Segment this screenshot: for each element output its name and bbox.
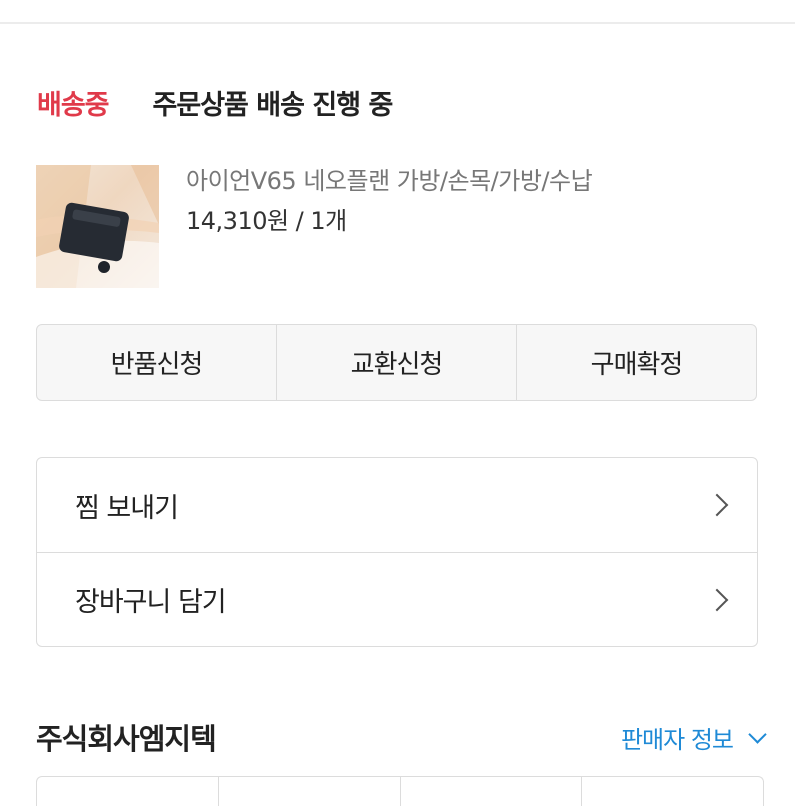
seller-name: 주식회사엠지텍 (36, 722, 217, 756)
product-thumbnail[interactable] (36, 165, 159, 288)
product-price-quantity: 14,310원 / 1개 (186, 207, 347, 235)
seller-info-toggle[interactable]: 판매자 정보 (620, 720, 767, 755)
product-name[interactable]: 아이언V65 네오플랜 가방/손목/가방/수납 (186, 163, 593, 199)
status-text: 주문상품 배송 진행 중 (152, 89, 394, 121)
return-request-button[interactable]: 반품신청 (37, 325, 276, 400)
menu-list: 찜 보내기 장바구니 담기 (36, 457, 758, 647)
table-cell (581, 777, 763, 806)
seller-row: 주식회사엠지텍 판매자 정보 (36, 712, 767, 762)
top-divider (0, 22, 795, 24)
send-wishlist-item[interactable]: 찜 보내기 (37, 458, 757, 552)
chevron-down-icon (748, 724, 767, 744)
product-info: 아이언V65 네오플랜 가방/손목/가방/수납 14,310원 / 1개 (186, 163, 593, 239)
menu-item-label: 장바구니 담기 (75, 587, 227, 618)
seller-info-label: 판매자 정보 (620, 725, 734, 754)
table-cell (37, 777, 218, 806)
exchange-request-button[interactable]: 교환신청 (276, 325, 516, 400)
table-cell (217, 777, 400, 806)
order-status-row: 배송중 주문상품 배송 진행 중 (37, 78, 394, 126)
order-action-buttons: 반품신청 교환신청 구매확정 (36, 324, 757, 401)
product-photo-icon (36, 165, 159, 288)
status-badge: 배송중 (37, 89, 110, 121)
purchase-confirm-button[interactable]: 구매확정 (516, 325, 756, 400)
seller-info-table (36, 776, 764, 806)
menu-item-label: 찜 보내기 (75, 492, 179, 524)
chevron-right-icon (705, 588, 729, 611)
table-cell (399, 777, 582, 806)
add-to-cart-item[interactable]: 장바구니 담기 (37, 552, 757, 646)
chevron-right-icon (705, 493, 729, 517)
